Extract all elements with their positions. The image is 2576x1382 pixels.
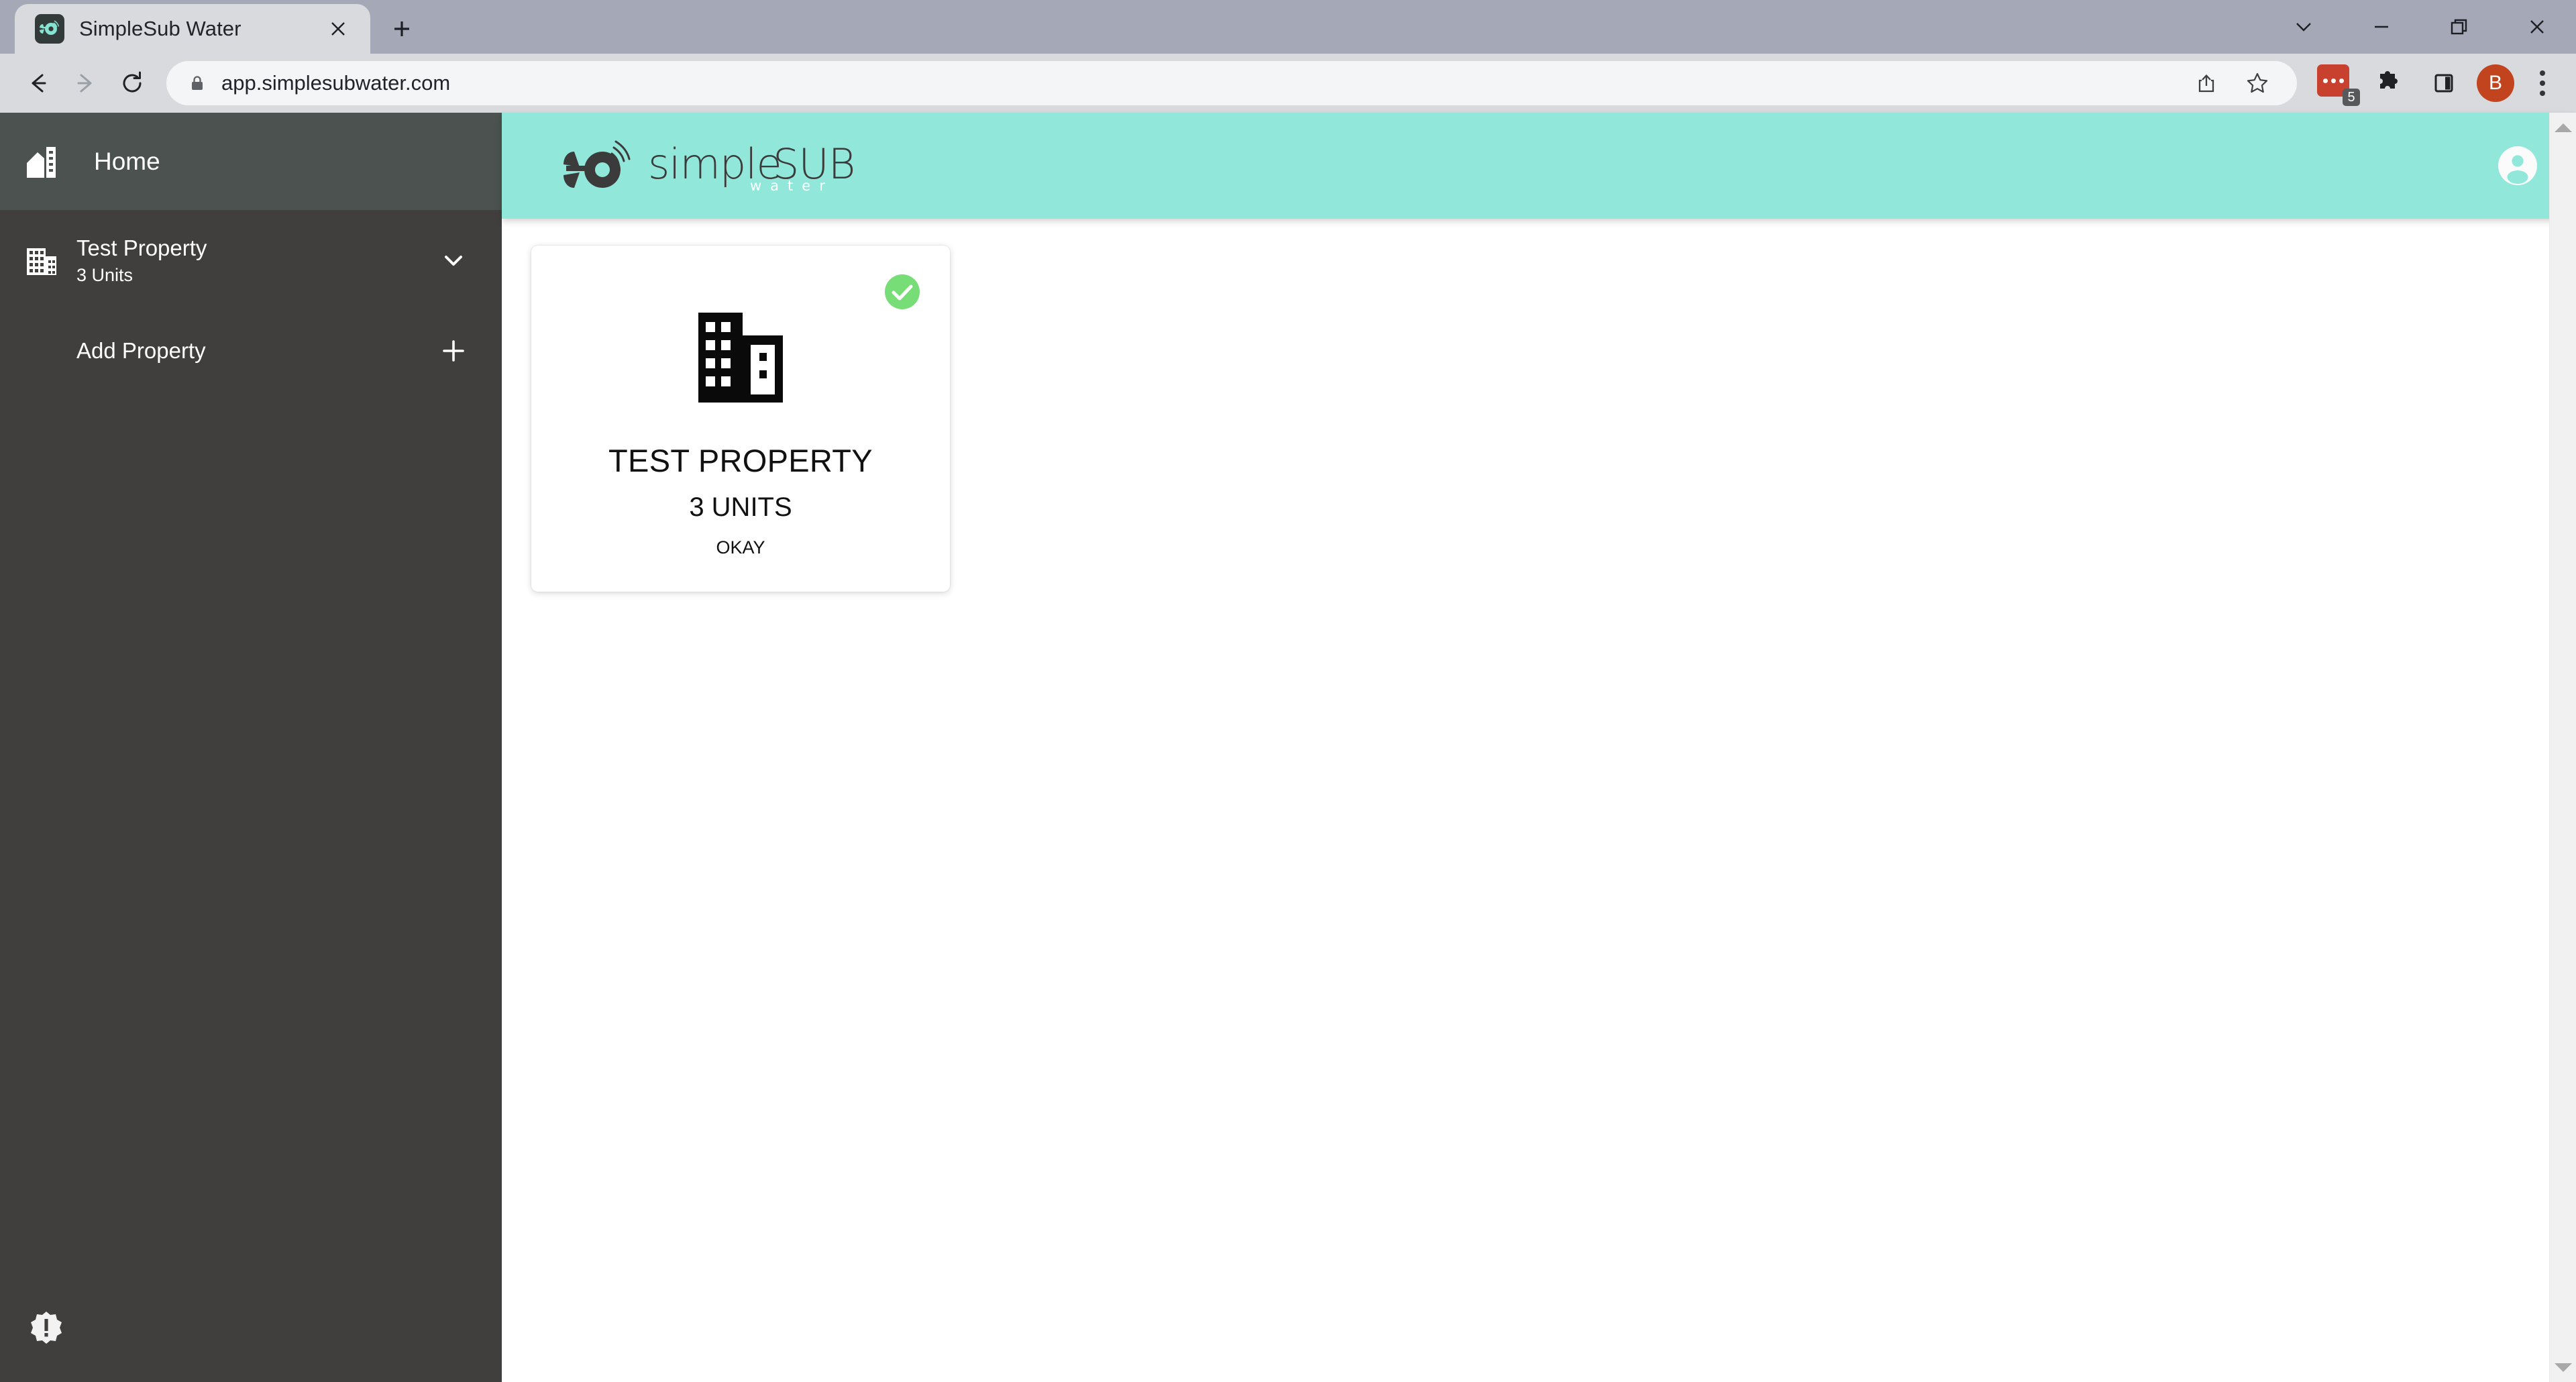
- app-header: simple SUB water: [502, 113, 2576, 219]
- chevron-down-icon[interactable]: [2265, 0, 2343, 54]
- simplesub-mark-icon: [564, 138, 636, 194]
- browser-window: SimpleSub Water app.simplesubwater.com 5…: [0, 0, 2576, 1382]
- share-icon[interactable]: [2183, 60, 2230, 107]
- window-controls: [2265, 0, 2576, 54]
- browser-tab[interactable]: SimpleSub Water: [15, 4, 370, 54]
- property-card-name: TEST PROPERTY: [608, 443, 873, 478]
- maximize-restore-icon[interactable]: [2420, 0, 2498, 54]
- close-icon[interactable]: [2498, 0, 2576, 54]
- arrow-left-icon[interactable]: [15, 60, 62, 107]
- sidebar-item-label-home: Home: [94, 147, 160, 175]
- browser-toolbar: app.simplesubwater.com 5 B: [0, 54, 2576, 113]
- simplesub-logo-icon: [35, 14, 64, 44]
- chevron-down-icon[interactable]: [435, 247, 472, 274]
- lock-icon: [188, 74, 207, 93]
- profile-initial: B: [2488, 72, 2502, 94]
- check-circle-icon: [884, 274, 920, 313]
- main-content: simple SUB water TEST PROPERTY 3 UNITS O…: [502, 113, 2576, 1382]
- property-card-units: 3 UNITS: [689, 492, 792, 522]
- kebab-menu-icon[interactable]: [2524, 60, 2561, 107]
- extension-icons: 5 B: [2317, 60, 2561, 107]
- address-bar[interactable]: app.simplesubwater.com: [166, 61, 2297, 105]
- triangle-up-icon[interactable]: [2550, 113, 2576, 142]
- page-viewport: Home Test Property 3 Units Add Property …: [0, 113, 2576, 1382]
- property-card-status: OKAY: [716, 537, 765, 557]
- sidebar-property-units: 3 Units: [76, 264, 133, 285]
- building-icon: [24, 243, 76, 278]
- sidebar-add-property-label: Add Property: [76, 338, 206, 363]
- brand-sub-label: water: [750, 178, 834, 194]
- profile-avatar[interactable]: B: [2477, 64, 2514, 102]
- account-circle-icon[interactable]: [2497, 145, 2538, 187]
- sidebar: Home Test Property 3 Units Add Property: [0, 113, 502, 1382]
- triangle-down-icon[interactable]: [2550, 1352, 2576, 1382]
- page-scrollbar[interactable]: [2549, 113, 2576, 1382]
- plus-icon[interactable]: [381, 8, 423, 50]
- home-building-icon: [24, 143, 62, 180]
- property-card-grid: TEST PROPERTY 3 UNITS OKAY: [502, 219, 2576, 1382]
- close-icon[interactable]: [323, 14, 353, 44]
- reload-icon[interactable]: [109, 60, 156, 107]
- sidebar-property-name: Test Property: [76, 235, 207, 260]
- property-card[interactable]: TEST PROPERTY 3 UNITS OKAY: [531, 246, 950, 592]
- sidebar-item-add-property[interactable]: Add Property: [0, 311, 502, 391]
- star-icon[interactable]: [2234, 60, 2281, 107]
- sidebar-item-property[interactable]: Test Property 3 Units: [0, 210, 502, 311]
- extension-badge-count: 5: [2343, 89, 2360, 106]
- sidebar-item-home[interactable]: Home: [0, 113, 502, 210]
- adblock-extension-icon[interactable]: 5: [2317, 64, 2360, 106]
- brand-logo[interactable]: simple SUB water: [564, 138, 923, 194]
- brand-wordmark: simple SUB water: [648, 141, 923, 194]
- minimize-icon[interactable]: [2343, 0, 2420, 54]
- arrow-right-icon: [62, 60, 109, 107]
- building-icon: [697, 310, 784, 409]
- plus-icon[interactable]: [435, 337, 472, 364]
- tab-strip: SimpleSub Water: [0, 0, 2576, 54]
- tab-title: SimpleSub Water: [79, 17, 241, 40]
- side-panel-icon[interactable]: [2420, 60, 2467, 107]
- puzzle-piece-icon[interactable]: [2364, 60, 2411, 107]
- alert-badge-icon[interactable]: [28, 1310, 64, 1346]
- url-text: app.simplesubwater.com: [221, 71, 451, 95]
- sidebar-footer: [0, 1310, 502, 1382]
